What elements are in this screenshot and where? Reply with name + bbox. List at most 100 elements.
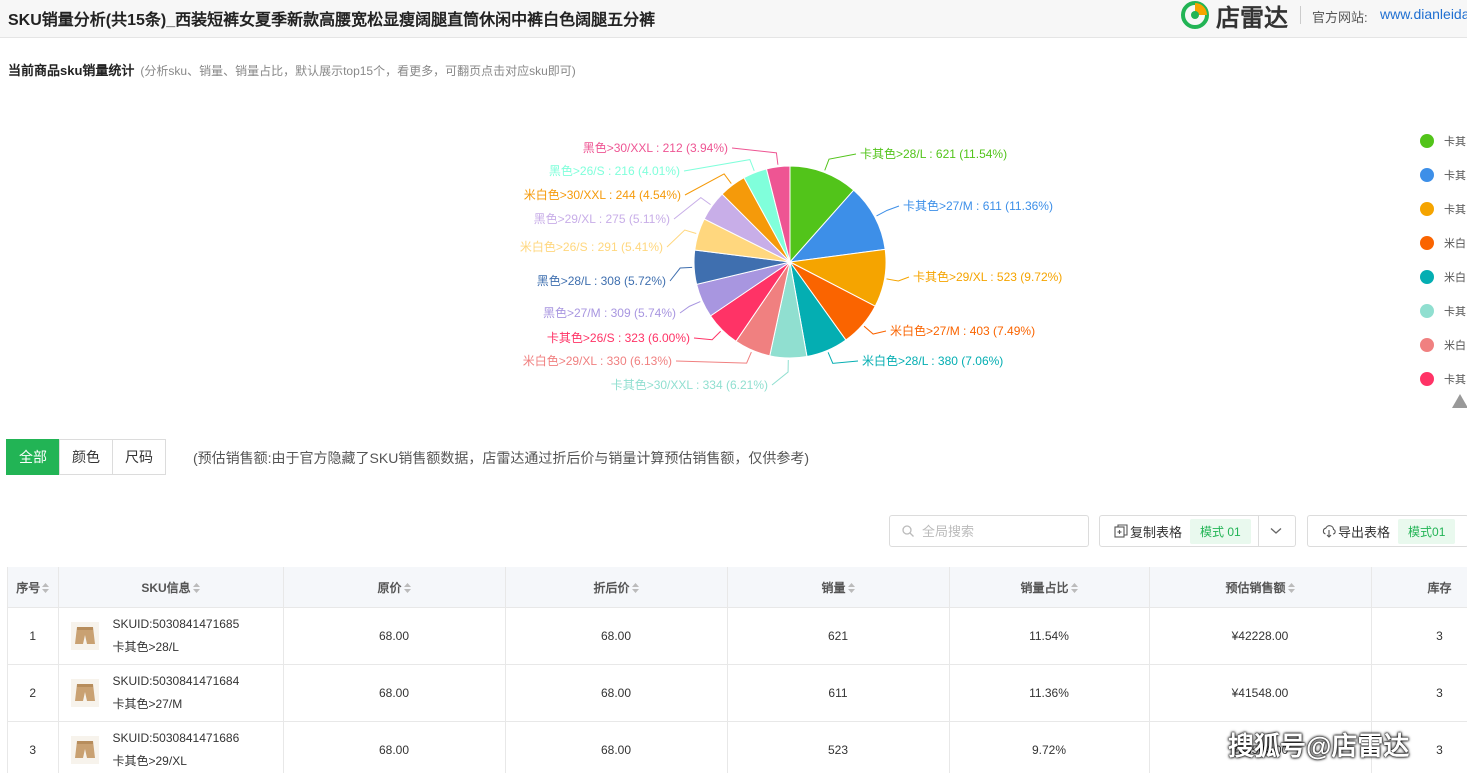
column-header-price[interactable]: 原价 xyxy=(283,567,506,608)
slice-label: 卡其色>29/XL : 523 (9.72%) xyxy=(913,270,1062,284)
slice-label: 黑色>28/L : 308 (5.72%) xyxy=(537,274,666,288)
copy-mode-dropdown[interactable] xyxy=(1257,515,1296,547)
slice-label: 黑色>27/M : 309 (5.74%) xyxy=(543,306,676,320)
tab-color[interactable]: 颜色 xyxy=(59,439,113,475)
slice-label: 米白色>27/M : 403 (7.49%) xyxy=(890,323,1035,338)
legend-label: 卡其 xyxy=(1444,374,1466,386)
sku-info-cell: SKUID:5030841471686 卡其色>29/XL xyxy=(58,721,284,773)
legend-label: 米白 xyxy=(1444,340,1466,352)
share-cell: 11.54% xyxy=(949,607,1150,665)
official-site-link[interactable]: www.dianleida.net xyxy=(1380,6,1467,22)
column-header-sku-info[interactable]: SKU信息 xyxy=(58,567,284,608)
slice-label: 卡其色>27/M : 611 (11.36%) xyxy=(903,199,1053,213)
legend-label: 卡其 xyxy=(1444,136,1466,148)
slice-label: 卡其色>28/L : 621 (11.54%) xyxy=(860,147,1007,161)
label-leader-line xyxy=(886,276,910,282)
legend-label: 卡其 xyxy=(1444,306,1466,318)
watermark: 搜狐号@店雷达 xyxy=(1228,731,1410,761)
sku-id: SKUID:5030841471686 xyxy=(112,731,240,745)
slice-label: 黑色>29/XL : 275 (5.11%) xyxy=(534,212,670,226)
label-leader-line xyxy=(827,352,859,364)
divider xyxy=(1300,6,1301,24)
legend-item[interactable]: 米白 xyxy=(1420,226,1466,260)
slice-label: 米白色>29/XL : 330 (6.13%) xyxy=(523,353,672,368)
legend-item[interactable]: 卡其 xyxy=(1420,158,1466,192)
chevron-down-icon xyxy=(1270,528,1282,534)
slice-label: 米白色>30/XXL : 244 (4.54%) xyxy=(524,187,681,202)
column-header-sales[interactable]: 销量 xyxy=(727,567,950,608)
tab-size[interactable]: 尺码 xyxy=(112,439,166,475)
export-mode-badge: 模式01 xyxy=(1398,518,1456,544)
slice-label: 黑色>30/XXL : 212 (3.94%) xyxy=(583,141,728,155)
product-thumbnail[interactable] xyxy=(70,679,99,707)
label-leader-line xyxy=(675,351,752,364)
table-row[interactable]: 1 SKUID:5030841471685 卡其色>28/L 68.00 68.00 62… xyxy=(8,607,1467,665)
slice-label: 卡其色>30/XXL : 334 (6.21%) xyxy=(611,378,768,392)
sku-name: 卡其色>27/M xyxy=(112,697,183,711)
sort-icon[interactable] xyxy=(403,583,411,594)
column-header-revenue[interactable]: 预估销售额 xyxy=(1149,567,1372,608)
brand[interactable]: 店雷达 xyxy=(1180,0,1288,32)
legend-color-dot xyxy=(1420,304,1434,318)
dianleida-logo-icon xyxy=(1181,1,1209,29)
copy-mode-badge: 模式 01 xyxy=(1190,518,1251,544)
sort-icon[interactable] xyxy=(1287,583,1295,594)
sku-name: 卡其色>29/XL xyxy=(112,754,187,768)
section-title: 当前商品sku销量统计 xyxy=(8,63,135,78)
sales-cell: 621 xyxy=(727,607,950,665)
legend-item[interactable]: 米白 xyxy=(1420,328,1466,362)
legend-item[interactable]: 卡其 xyxy=(1420,294,1466,328)
product-thumbnail[interactable] xyxy=(70,736,99,764)
legend-label: 米白 xyxy=(1444,238,1466,250)
product-thumbnail[interactable] xyxy=(70,622,99,650)
label-leader-line xyxy=(669,266,693,282)
legend-color-dot xyxy=(1420,134,1434,148)
filter-tabs: 全部 颜色 尺码 xyxy=(6,439,166,475)
column-header-index[interactable]: 序号 xyxy=(8,567,59,608)
column-header-discount-price[interactable]: 折后价 xyxy=(505,567,728,608)
row-index: 3 xyxy=(8,721,59,773)
revenue-cell: ¥42228.00 xyxy=(1149,607,1372,665)
global-search[interactable] xyxy=(889,515,1089,547)
revenue-estimate-note: (预估销售额:由于官方隐藏了SKU销售额数据，店雷达通过折后价与销量计算预估销售… xyxy=(193,450,809,466)
column-header-stock[interactable]: 库存 xyxy=(1371,567,1467,608)
copy-icon xyxy=(1114,524,1128,538)
legend-item[interactable]: 卡其 xyxy=(1420,192,1466,226)
legend-item[interactable]: 卡其 xyxy=(1420,124,1466,158)
legend-scroll-up-icon[interactable] xyxy=(1452,394,1467,408)
label-leader-line xyxy=(824,153,857,171)
slice-label: 米白色>28/L : 380 (7.06%) xyxy=(862,353,1003,368)
table-row[interactable]: 2 SKUID:5030841471684 卡其色>27/M 68.00 68.00 61… xyxy=(8,664,1467,722)
sort-icon[interactable] xyxy=(1070,583,1078,594)
sku-sales-pie-chart[interactable]: 卡其色>28/L : 621 (11.54%) 卡其色>27/M : 611 (1… xyxy=(0,90,1180,420)
legend-color-dot xyxy=(1420,236,1434,250)
copy-table-button[interactable]: 复制表格 模式 01 xyxy=(1099,515,1259,547)
copy-table-label: 复制表格 xyxy=(1130,524,1183,540)
stock-cell: 3 xyxy=(1371,607,1467,665)
search-input[interactable] xyxy=(920,522,1074,540)
label-leader-line xyxy=(679,301,701,314)
sku-info-cell: SKUID:5030841471684 卡其色>27/M xyxy=(58,664,284,722)
top-bar: SKU销量分析(共15条)_西装短裤女夏季新款高腰宽松显瘦阔腿直筒休闲中裤白色阔… xyxy=(0,0,1467,38)
sort-icon[interactable] xyxy=(631,583,639,594)
label-leader-line xyxy=(863,325,887,335)
chart-legend[interactable]: 卡其 卡其 卡其 米白 米白 卡其 米白 卡其 xyxy=(1420,124,1466,396)
legend-item[interactable]: 米白 xyxy=(1420,260,1466,294)
sort-icon[interactable] xyxy=(847,583,855,594)
tab-all[interactable]: 全部 xyxy=(6,439,60,475)
slice-label: 米白色>26/S : 291 (5.41%) xyxy=(520,239,663,254)
legend-item[interactable]: 卡其 xyxy=(1420,362,1466,396)
cloud-download-icon xyxy=(1322,525,1336,538)
sales-cell: 611 xyxy=(727,664,950,722)
discount-price-cell: 68.00 xyxy=(505,664,728,722)
column-header-share[interactable]: 销量占比 xyxy=(949,567,1150,608)
slice-label: 黑色>26/S : 216 (4.01%) xyxy=(549,164,680,178)
sort-icon[interactable] xyxy=(42,583,50,594)
legend-label: 卡其 xyxy=(1444,170,1466,182)
label-leader-line xyxy=(683,159,755,172)
sku-info-cell: SKUID:5030841471685 卡其色>28/L xyxy=(58,607,284,665)
row-index: 2 xyxy=(8,664,59,722)
revenue-cell: ¥41548.00 xyxy=(1149,664,1372,722)
export-table-button[interactable]: 导出表格 模式01 xyxy=(1307,515,1467,547)
sort-icon[interactable] xyxy=(192,583,200,594)
